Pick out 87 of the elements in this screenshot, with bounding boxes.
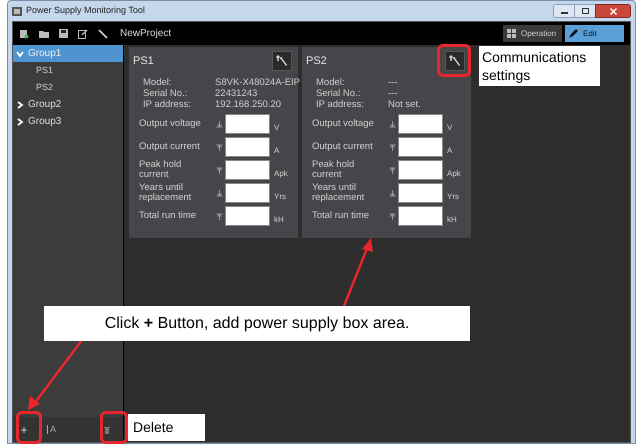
reading-label: Output current [139,142,201,152]
card-title: PS1 [133,54,154,69]
chevron-down-icon [16,50,24,58]
new-file-icon[interactable] [19,28,29,38]
threshold-input[interactable] [398,183,443,203]
unit-label: kH [447,214,457,226]
unit-label: Yrs [274,191,286,203]
lower-limit-icon [216,120,222,128]
upper-limit-icon [388,144,396,150]
reading-label: Peak hold current [312,160,356,180]
callout-arrow [340,238,376,308]
threshold-input[interactable] [398,114,443,134]
info-label: Model: [143,77,173,88]
unit-label: Apk [274,168,288,180]
upper-limit-icon [216,144,222,150]
reading-label: Output current [312,142,374,152]
folder-icon[interactable] [39,30,49,38]
unit-label: A [447,145,452,157]
save-icon[interactable] [59,29,68,38]
window-title: Power Supply Monitoring Tool [26,4,145,18]
add-button[interactable]: + [17,422,31,438]
info-value: --- [388,88,398,99]
project-name: NewProject [120,27,172,41]
upper-limit-icon [388,212,396,220]
reading-label: Total run time [312,211,370,221]
info-label: Model: [316,77,346,88]
upper-limit-icon [216,166,222,174]
trash-icon [104,426,110,434]
reading-label: Output voltage [312,119,375,129]
card-title: PS2 [306,54,327,69]
lower-limit-icon [388,120,396,128]
info-value: 192.168.250.20 [215,99,282,110]
info-label: IP address: [143,99,192,110]
unit-label: V [447,122,452,134]
threshold-input[interactable] [225,114,270,134]
threshold-input[interactable] [398,206,443,226]
reading-label: Peak hold current [139,160,182,180]
info-label: IP address: [316,99,365,110]
device-item[interactable]: PS1 [13,62,123,79]
unit-label: kH [274,214,284,226]
lower-limit-icon [216,190,222,196]
close-button[interactable] [595,4,631,18]
close-icon [610,8,616,14]
mode-tab[interactable]: Edit [565,25,624,42]
edit-icon[interactable] [78,28,88,38]
threshold-input[interactable] [398,137,443,157]
reading-label: Output voltage [139,119,202,129]
communications-settings-button[interactable] [272,51,292,71]
communications-settings-button[interactable] [445,51,465,71]
app-icon [12,6,22,16]
info-value: 22431243 [215,88,258,99]
reading-label: Years until replacement [312,183,366,203]
lower-limit-icon [388,190,396,196]
maximize-button[interactable] [575,4,595,18]
device-item[interactable]: PS2 [13,79,123,96]
threshold-input[interactable] [398,160,443,180]
name-field[interactable]: A [47,422,87,436]
threshold-input[interactable] [225,206,270,226]
info-value: S8VK-X48024A-EIP [215,77,300,88]
callout-label: Click + Button, add power supply box area. [104,314,410,334]
highlight-ring [16,411,42,444]
minimize-button[interactable] [553,4,575,18]
unit-label: Apk [447,168,461,180]
reading-label: Years until replacement [139,183,192,203]
pencil-icon [569,29,578,38]
info-value: Not set. [388,99,422,110]
grid-icon [507,29,516,38]
callout-label: Delete [128,414,205,441]
upper-limit-icon [216,212,222,220]
info-value: --- [388,77,398,88]
info-label: Serial No.: [316,88,362,99]
threshold-input[interactable] [225,160,270,180]
mode-tab[interactable]: Operation [503,25,562,42]
unit-label: V [274,122,280,134]
threshold-input[interactable] [225,137,270,157]
group-item[interactable]: Group2 [13,96,123,113]
unit-label: A [274,145,280,157]
threshold-input[interactable] [225,183,270,203]
highlight-ring [437,44,471,77]
chevron-right-icon [16,118,24,126]
reading-label: Total run time [139,211,198,221]
unit-label: Yrs [447,191,459,203]
callout-label: Communications settings [479,46,600,86]
info-label: Serial No.: [143,88,188,99]
group-item[interactable]: Group3 [13,113,123,130]
upper-limit-icon [388,166,396,174]
chevron-right-icon [16,100,24,108]
